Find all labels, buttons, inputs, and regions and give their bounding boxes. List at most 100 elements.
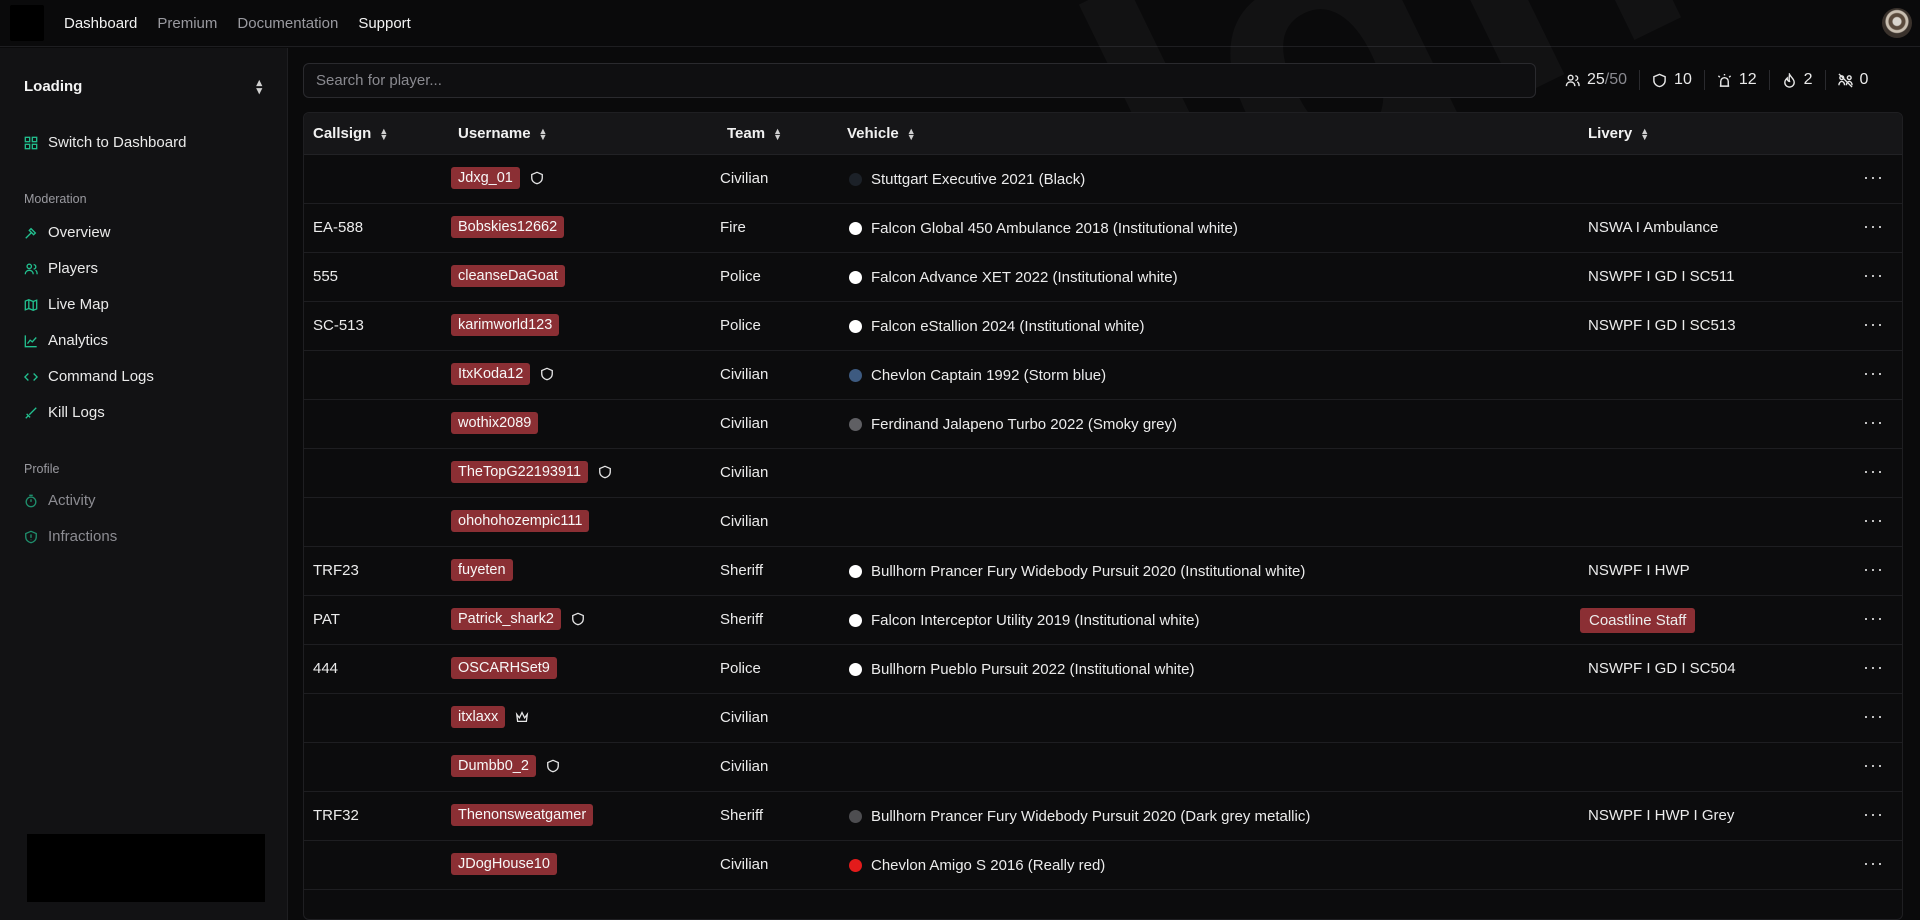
username-badge[interactable]: TheTopG22193911 — [451, 461, 589, 483]
row-actions-icon[interactable]: ··· — [1863, 510, 1884, 531]
row-actions-icon[interactable]: ··· — [1863, 657, 1884, 678]
header-username[interactable]: Username ▲ ▼ — [458, 125, 547, 142]
moderation-section-label: Moderation — [24, 192, 87, 206]
livery-cell: NSWPF I HWP — [1588, 562, 1690, 579]
table-row[interactable]: itxlaxx Civilian ··· — [304, 694, 1902, 743]
nav-support[interactable]: Support — [358, 15, 411, 32]
header-livery[interactable]: Livery ▲ ▼ — [1588, 125, 1649, 142]
username-badge[interactable]: OSCARHSet9 — [451, 657, 557, 679]
sidebar-item-players[interactable]: Players — [24, 260, 98, 277]
hammer-icon — [25, 227, 37, 239]
row-actions-icon[interactable]: ··· — [1863, 216, 1884, 237]
shield-icon — [1653, 73, 1666, 87]
username-badge[interactable]: karimworld123 — [451, 314, 560, 336]
sidebar-item-analytics[interactable]: Analytics — [24, 332, 108, 349]
row-actions-icon[interactable]: ··· — [1863, 608, 1884, 629]
header-callsign[interactable]: Callsign ▲ ▼ — [313, 125, 388, 142]
table-row[interactable]: wothix2089 Civilian Ferdinand Jalapeno Tur… — [304, 400, 1902, 449]
sidebar-item-activity[interactable]: Activity — [24, 492, 96, 509]
username-badge[interactable]: ohohohozempic111 — [451, 510, 590, 532]
username-cell: karimworld123 — [451, 314, 560, 336]
vehicle-name: Bullhorn Prancer Fury Widebody Pursuit 2… — [871, 808, 1311, 825]
users-icon — [24, 263, 38, 274]
table-row[interactable]: Jdxg_01 Civilian Stuttgart Executive 2021 … — [304, 155, 1902, 204]
username-cell: cleanseDaGoat — [451, 265, 565, 287]
user-avatar[interactable] — [1882, 8, 1912, 38]
vehicle-cell: Falcon Advance XET 2022 (Institutional w… — [849, 269, 1178, 286]
row-actions-icon[interactable]: ··· — [1863, 363, 1884, 384]
nav-documentation[interactable]: Documentation — [237, 15, 338, 32]
users-icon — [1565, 74, 1580, 86]
header-label: Callsign — [313, 125, 372, 142]
row-actions-icon[interactable]: ··· — [1863, 412, 1884, 433]
vehicle-name: Chevlon Amigo S 2016 (Really red) — [871, 857, 1106, 874]
row-actions-icon[interactable]: ··· — [1863, 167, 1884, 188]
table-row[interactable]: Dumbb0_2 Civilian ··· — [304, 743, 1902, 792]
username-badge[interactable]: wothix2089 — [451, 412, 539, 434]
row-actions-icon[interactable]: ··· — [1863, 461, 1884, 482]
callsign-cell: PAT — [313, 611, 340, 628]
vehicle-name: Falcon Advance XET 2022 (Institutional w… — [871, 269, 1178, 286]
org-switcher[interactable]: Loading ▴ ▾ — [24, 77, 262, 96]
username-badge[interactable]: Bobskies12662 — [451, 216, 565, 238]
table-row[interactable]: 444 OSCARHSet9 Police Bullhorn Pueblo Pursu… — [304, 645, 1902, 694]
username-badge[interactable]: JDogHouse10 — [451, 853, 557, 875]
username-cell: Thenonsweatgamer — [451, 804, 594, 826]
username-cell: OSCARHSet9 — [451, 657, 557, 679]
header-vehicle[interactable]: Vehicle ▲ ▼ — [847, 125, 916, 142]
vehicle-name: Ferdinand Jalapeno Turbo 2022 (Smoky gre… — [871, 416, 1178, 433]
table-row[interactable]: EA-588 Bobskies12662 Fire Falcon Global 450… — [304, 204, 1902, 253]
map-icon — [24, 298, 38, 311]
sidebar-item-label: Infractions — [48, 528, 118, 545]
username-badge[interactable]: Dumbb0_2 — [451, 755, 536, 777]
team-cell: Sheriff — [720, 562, 764, 579]
table-row[interactable]: TheTopG22193911 Civilian ··· — [304, 449, 1902, 498]
username-badge[interactable]: Patrick_shark2 — [451, 608, 561, 630]
table-row[interactable]: SC-513 karimworld123 Police Falcon eStallio… — [304, 302, 1902, 351]
row-actions-icon[interactable]: ··· — [1863, 706, 1884, 727]
vehicle-name: Stuttgart Executive 2021 (Black) — [871, 171, 1086, 188]
table-row[interactable]: TRF23 fuyeten Sheriff Bullhorn Prancer Fury… — [304, 547, 1902, 596]
username-badge[interactable]: fuyeten — [451, 559, 513, 581]
main-content: aez.lgn.au 25/50 10 12 2 0 Callsign▲▼ Us… — [288, 48, 1920, 920]
username-badge[interactable]: Jdxg_01 — [451, 167, 520, 189]
table-row[interactable]: 555 cleanseDaGoat Police Falcon Advance XET… — [304, 253, 1902, 302]
username-badge[interactable]: Thenonsweatgamer — [451, 804, 594, 826]
sidebar-item-overview[interactable]: Overview — [24, 224, 111, 241]
player-search-input[interactable] — [303, 63, 1536, 98]
sidebar-item-live-map[interactable]: Live Map — [24, 296, 109, 313]
vehicle-color-dot — [849, 859, 862, 872]
table-row[interactable]: JDogHouse10 Civilian Chevlon Amigo S 2016 … — [304, 841, 1902, 890]
row-actions-icon[interactable]: ··· — [1863, 314, 1884, 335]
table-row[interactable]: ItxKoda12 Civilian Chevlon Captain 1992 (S… — [304, 351, 1902, 400]
nav-dashboard[interactable]: Dashboard — [64, 15, 137, 32]
username-badge[interactable]: ItxKoda12 — [451, 363, 531, 385]
team-cell: Civilian — [720, 366, 769, 383]
sidebar-ad-placeholder — [27, 834, 265, 902]
row-actions-icon[interactable]: ··· — [1863, 804, 1884, 825]
row-actions-icon[interactable]: ··· — [1863, 853, 1884, 874]
switch-label: Switch to Dashboard — [48, 134, 187, 151]
table-row[interactable]: PAT Patrick_shark2 Sheriff Falcon Intercept… — [304, 596, 1902, 645]
sidebar-item-infractions[interactable]: Infractions — [24, 528, 117, 545]
row-actions-icon[interactable]: ··· — [1863, 559, 1884, 580]
shield-alert-icon — [25, 530, 37, 543]
app-logo[interactable] — [10, 5, 44, 41]
username-badge[interactable]: itxlaxx — [451, 706, 506, 728]
sidebar-item-command-logs[interactable]: Command Logs — [24, 368, 154, 385]
shield-icon — [598, 465, 612, 479]
switch-to-dashboard[interactable]: Switch to Dashboard — [24, 134, 186, 151]
stat-queue: 0 — [1826, 70, 1881, 90]
nav-premium[interactable]: Premium — [157, 15, 217, 32]
table-row[interactable]: TRF32 Thenonsweatgamer Sheriff Bullhorn Pra… — [304, 792, 1902, 841]
sort-icon: ▲ ▼ — [538, 125, 548, 142]
username-badge[interactable]: cleanseDaGoat — [451, 265, 565, 287]
staff-count: 10 — [1674, 71, 1692, 88]
header-team[interactable]: Team ▲ ▼ — [727, 125, 782, 142]
username-cell: ohohohozempic111 — [451, 510, 590, 532]
row-actions-icon[interactable]: ··· — [1863, 755, 1884, 776]
table-row[interactable]: ohohohozempic111 Civilian ··· — [304, 498, 1902, 547]
sidebar: Loading ▴ ▾ Switch to Dashboard Moderatio… — [0, 48, 288, 920]
row-actions-icon[interactable]: ··· — [1863, 265, 1884, 286]
sidebar-item-kill-logs[interactable]: Kill Logs — [24, 404, 105, 421]
